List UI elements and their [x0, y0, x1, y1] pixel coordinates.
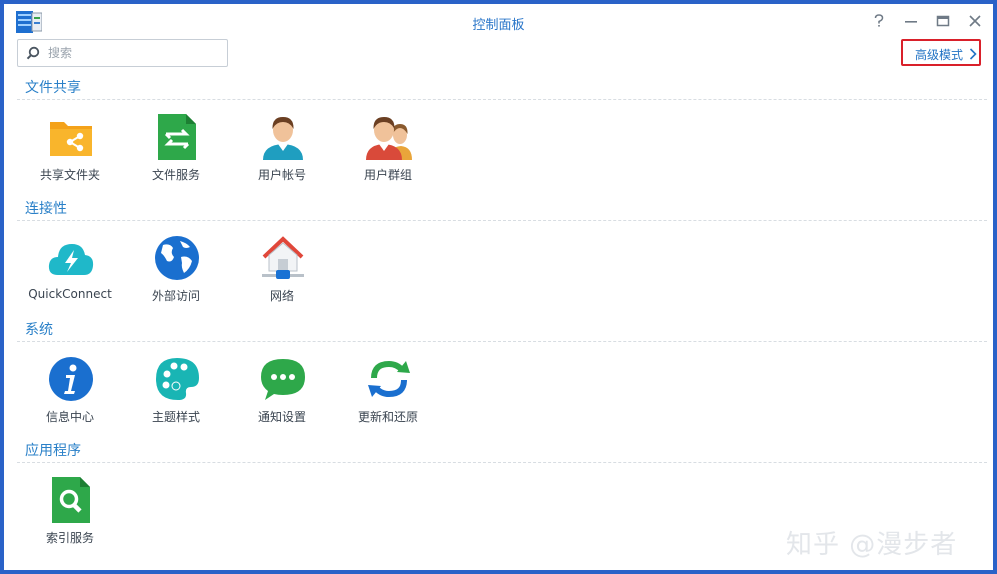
quickconnect-label: QuickConnect — [28, 287, 112, 301]
user-group-label: 用户群组 — [363, 168, 412, 182]
quickconnect-item[interactable]: QuickConnect — [20, 235, 120, 311]
update-restore-item[interactable]: 更新和还原 — [338, 356, 438, 432]
group-icon — [366, 117, 412, 160]
section-title-system: 系统 — [25, 322, 53, 338]
palette-icon — [156, 358, 199, 400]
search-input[interactable] — [46, 43, 220, 63]
user-account-item[interactable]: 用户帐号 — [232, 114, 332, 190]
info-center-item[interactable]: 信息中心 — [20, 356, 120, 432]
chevron-right-icon — [969, 48, 977, 60]
refresh-icon — [368, 360, 410, 398]
file-services-item[interactable]: 文件服务 — [126, 114, 226, 190]
theme-item[interactable]: 主题样式 — [126, 356, 226, 432]
shared-folder-icon — [50, 122, 92, 156]
update-restore-label: 更新和还原 — [357, 410, 418, 424]
user-account-label: 用户帐号 — [257, 168, 306, 182]
theme-label: 主题样式 — [151, 410, 200, 424]
section-divider — [17, 99, 987, 100]
globe-icon — [155, 236, 199, 280]
window-title: 控制面板 — [472, 18, 525, 33]
shared-folder-item[interactable]: 共享文件夹 — [20, 114, 120, 190]
indexing-service-item[interactable]: 索引服务 — [20, 477, 120, 553]
external-access-item[interactable]: 外部访问 — [126, 235, 226, 311]
network-item[interactable]: 网络 — [232, 235, 332, 311]
user-group-item[interactable]: 用户群组 — [338, 114, 438, 190]
minimize-icon[interactable] — [902, 12, 920, 30]
search-document-icon — [52, 477, 90, 523]
chat-bubble-icon — [261, 359, 305, 400]
advanced-mode-label: 高级模式 — [915, 48, 964, 62]
notification-label: 通知设置 — [257, 410, 306, 424]
control-panel-window: 控制面板 高级模式 文件共享 — [4, 4, 993, 570]
notification-item[interactable]: 通知设置 — [232, 356, 332, 432]
info-icon — [49, 357, 93, 401]
info-center-label: 信息中心 — [45, 410, 94, 424]
section-title-file-sharing: 文件共享 — [25, 80, 81, 96]
maximize-icon[interactable] — [934, 12, 952, 30]
external-access-label: 外部访问 — [151, 289, 200, 303]
search-box[interactable] — [17, 39, 228, 67]
file-services-label: 文件服务 — [151, 168, 200, 182]
cloud-bolt-icon — [48, 244, 94, 275]
user-icon — [263, 117, 303, 160]
close-icon[interactable] — [966, 12, 984, 30]
indexing-service-label: 索引服务 — [45, 531, 94, 545]
advanced-mode-button[interactable]: 高级模式 — [901, 39, 981, 66]
file-services-icon — [158, 114, 196, 160]
title-bar[interactable]: 控制面板 — [4, 4, 993, 38]
search-icon — [26, 46, 40, 60]
section-title-applications: 应用程序 — [25, 443, 81, 459]
section-divider — [17, 462, 987, 463]
help-icon[interactable] — [870, 12, 888, 30]
section-title-connectivity: 连接性 — [25, 201, 67, 217]
section-divider — [17, 341, 987, 342]
section-divider — [17, 220, 987, 221]
house-network-icon — [262, 236, 304, 279]
network-label: 网络 — [269, 289, 294, 303]
watermark: 知乎 @漫步者 — [786, 530, 958, 560]
shared-folder-label: 共享文件夹 — [39, 168, 100, 182]
